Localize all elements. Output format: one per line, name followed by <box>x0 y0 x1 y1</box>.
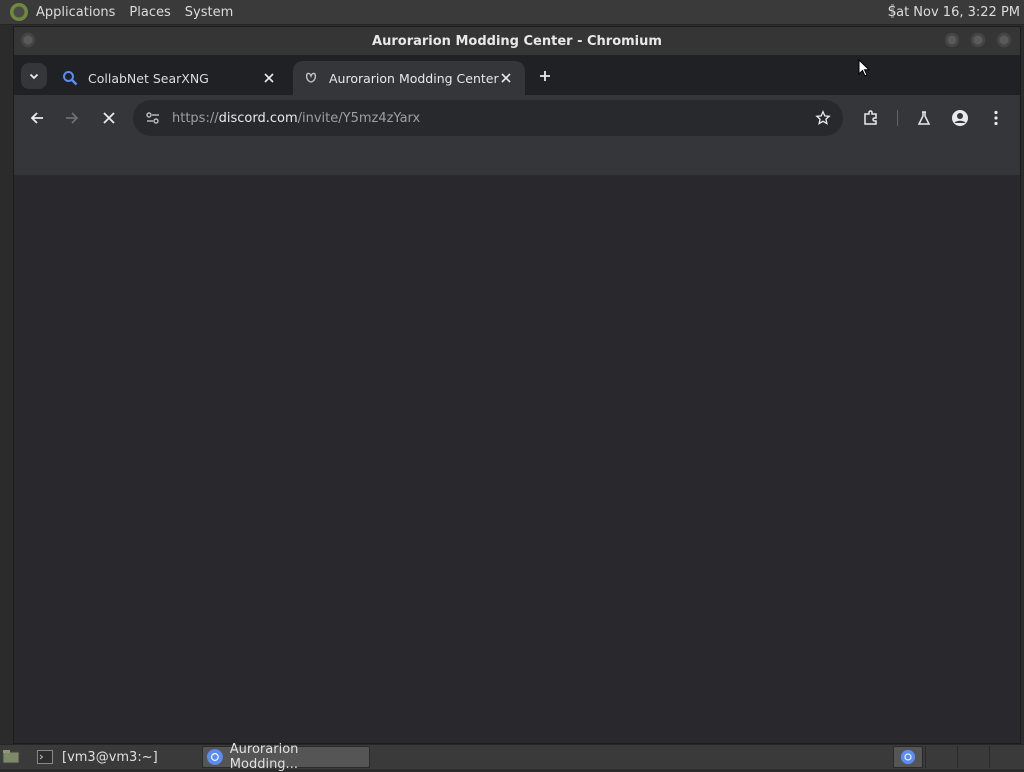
plus-icon <box>540 71 550 81</box>
profile-button[interactable] <box>948 106 972 130</box>
minimize-button[interactable] <box>944 32 960 48</box>
arrow-right-icon <box>66 112 79 124</box>
tab-aurorarion-modding-center[interactable]: Aurorarion Modding Center <box>293 61 525 95</box>
tab-close-icon[interactable] <box>260 69 278 87</box>
taskbar-item-terminal[interactable]: [vm3@vm3:~] <box>36 746 196 768</box>
chromium-icon <box>900 749 916 765</box>
tab-close-icon[interactable] <box>497 69 515 87</box>
mouse-cursor-icon <box>858 59 870 77</box>
top-menu: Applications Places System <box>36 5 233 20</box>
terminal-icon <box>37 750 53 764</box>
flask-icon <box>917 111 931 125</box>
chromium-icon <box>206 749 223 765</box>
browser-menu-button[interactable] <box>984 106 1008 130</box>
new-tab-button[interactable] <box>534 65 556 87</box>
forward-button[interactable] <box>60 106 84 130</box>
page-content[interactable] <box>14 176 1020 743</box>
address-bar[interactable]: https://discord.com/invite/Y5mz4zYarx <box>133 100 843 136</box>
desktop-icon <box>2 750 20 764</box>
tab-search-button[interactable] <box>21 63 47 89</box>
url-host: discord.com <box>218 110 298 126</box>
window-titlebar[interactable]: Aurorarion Modding Center - Chromium <box>14 27 1020 55</box>
close-window-button[interactable] <box>996 32 1012 48</box>
tab-label: CollabNet SearXNG <box>88 70 209 86</box>
close-icon <box>103 112 115 124</box>
arrow-left-icon <box>30 112 43 124</box>
toolbar-separator <box>897 110 898 126</box>
stop-loading-button[interactable] <box>97 106 121 130</box>
bookmark-star-icon[interactable] <box>813 108 833 128</box>
workspace-3[interactable] <box>957 746 987 768</box>
url-text[interactable]: https://discord.com/invite/Y5mz4zYarx <box>172 111 420 126</box>
extensions-button[interactable] <box>859 106 883 130</box>
browser-toolbar: https://discord.com/invite/Y5mz4zYarx <box>14 95 1020 141</box>
back-button[interactable] <box>25 106 49 130</box>
workspace-switcher[interactable] <box>893 746 923 768</box>
distro-logo-icon[interactable] <box>10 3 28 21</box>
labs-button[interactable] <box>912 106 936 130</box>
top-panel: Applications Places System Sat Nov 16, 3… <box>0 0 1024 25</box>
workspace-4[interactable] <box>989 746 1022 768</box>
url-scheme: https:// <box>172 110 219 126</box>
puzzle-icon <box>864 110 877 125</box>
discord-icon <box>303 70 319 86</box>
tab-collabnet-searxng[interactable]: CollabNet SearXNG <box>52 61 288 95</box>
taskbar-item-label: [vm3@vm3:~] <box>62 749 158 765</box>
url-path: /invite/Y5mz4zYarx <box>297 110 421 126</box>
window-title: Aurorarion Modding Center - Chromium <box>372 33 662 49</box>
chevron-down-icon <box>29 73 39 80</box>
taskbar-item-chromium[interactable]: Aurorarion Modding... <box>202 742 370 772</box>
system-menu[interactable]: System <box>185 5 233 20</box>
applications-menu[interactable]: Applications <box>36 5 115 20</box>
maximize-button[interactable] <box>970 32 986 48</box>
avatar-icon <box>952 110 968 126</box>
browser-window: Aurorarion Modding Center - Chromium Col… <box>13 26 1021 744</box>
search-icon <box>62 70 78 86</box>
places-menu[interactable]: Places <box>129 5 170 20</box>
kebab-menu-icon <box>994 110 998 126</box>
clock[interactable]: Sat Nov 16, 3:22 PM <box>888 0 1020 24</box>
site-settings-icon[interactable] <box>143 108 163 128</box>
bottom-panel: [vm3@vm3:~] Aurorarion Modding... <box>0 742 1024 772</box>
bookmarks-bar <box>14 141 1020 176</box>
window-menu-button[interactable] <box>20 32 36 48</box>
show-desktop-button[interactable] <box>2 746 22 768</box>
workspace-2[interactable] <box>925 746 955 768</box>
tab-label: Aurorarion Modding Center <box>329 70 499 86</box>
